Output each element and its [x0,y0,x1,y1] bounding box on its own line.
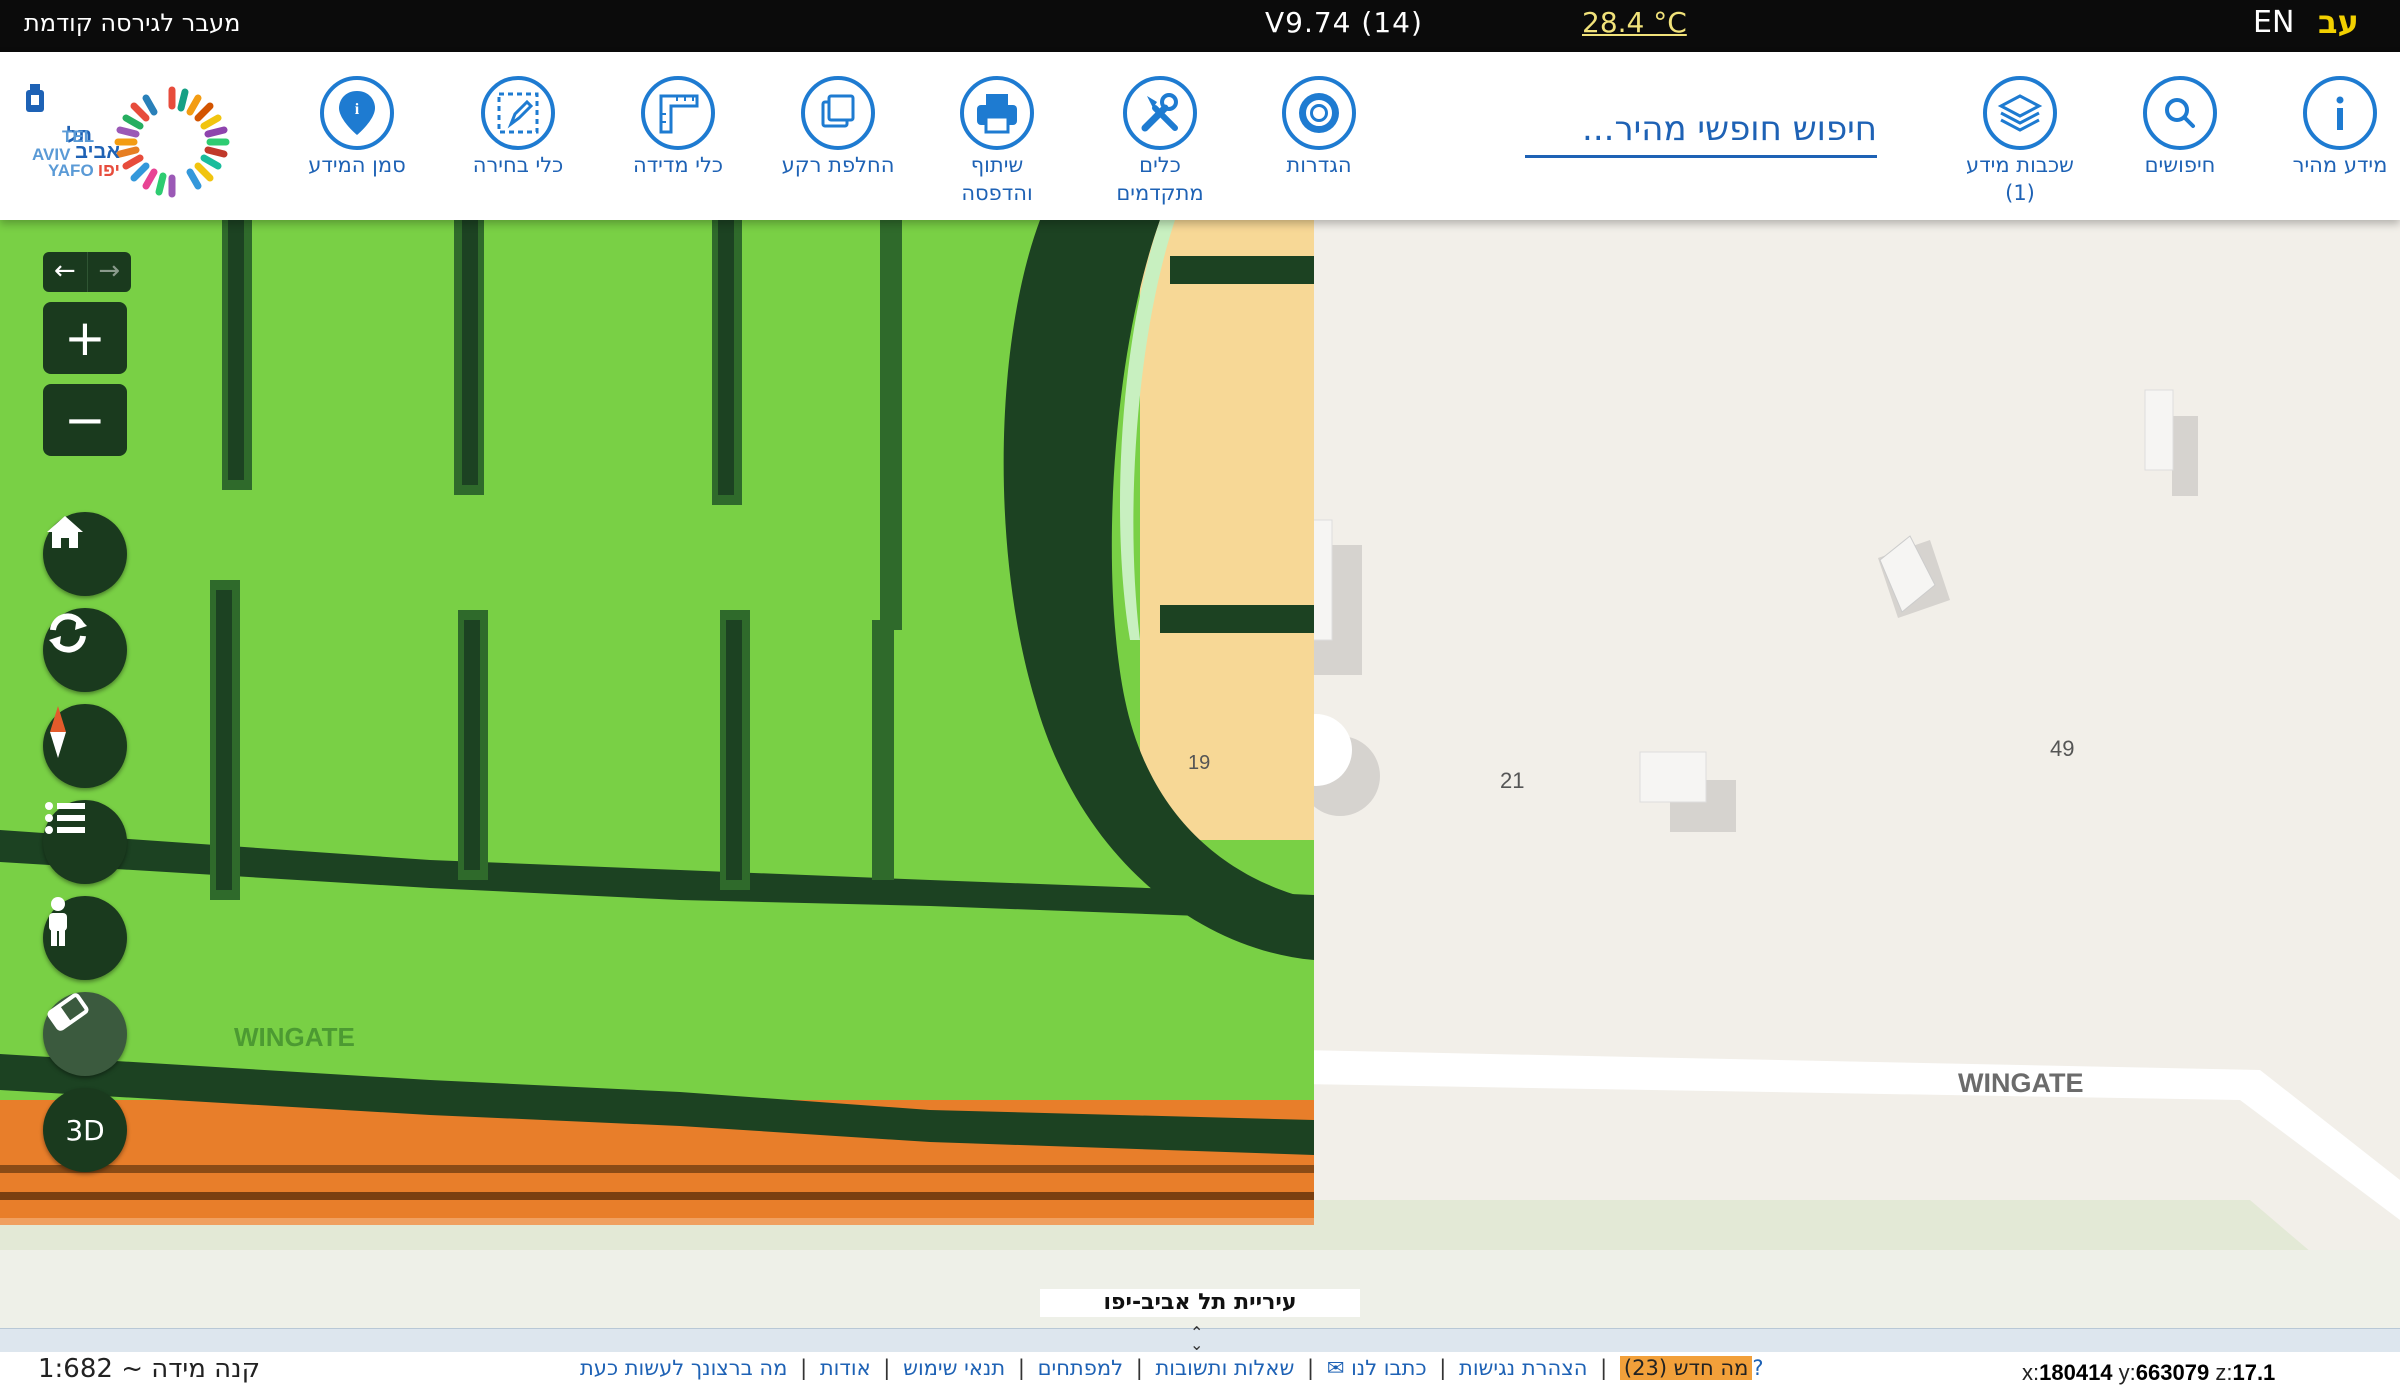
printer-icon [960,76,1034,150]
search-icon [2143,76,2217,150]
tool-advanced[interactable]: כלים מתקדמים [1085,76,1235,206]
logo-text-en-1: TEL [62,127,94,146]
logo-text-he-3: יפו [98,160,120,180]
parcel-number: 19 [1188,752,1211,774]
tool-switch-basemap[interactable]: החלפת רקע [763,76,913,178]
coord-y: 663079 [2135,1360,2210,1385]
tel-aviv-logo[interactable]: תל אביב יפו TEL AVIV YAFO [20,70,250,200]
faq-link[interactable]: שאלות ותשובות [1156,1356,1295,1380]
version-label: V9.74 (14) [1265,6,1423,39]
language-en-button[interactable]: EN [2253,5,2294,40]
street-view-button[interactable] [43,896,127,980]
gear-icon [1282,76,1356,150]
tool-label: כלי מדידה [632,153,724,177]
svg-text:i: i [355,101,360,118]
map-canvas[interactable]: WINGATE WINGATE 19 21 49 ← → + − 3D [0,220,2400,1328]
refresh-button[interactable] [43,608,127,692]
tool-info-marker[interactable]: i סמן המידע [282,76,432,178]
accessibility-link[interactable]: הצהרת נגישות [1459,1356,1587,1380]
tool-sublabel: מתקדמים [1116,181,1204,205]
compass-button[interactable] [43,704,127,788]
parcel-number: 21 [1500,768,1525,793]
logo-text-en-3: YAFO [48,161,94,180]
previous-version-link[interactable]: מעבר לגירסה קודמת [24,9,240,37]
footer: קנה מידה ~ 1:682 מה חדש (23) | הצהרת נגי… [0,1352,2400,1392]
history-navigation: ← → [43,252,131,292]
developers-link[interactable]: למפתחים [1038,1356,1123,1380]
tool-label: מידע מהיר [2292,153,2388,177]
zoom-out-button[interactable]: − [43,384,127,456]
expand-collapse-icon[interactable]: ⌃ ⌄ [1190,1325,1203,1353]
temperature-link[interactable]: 28.4 °C [1582,6,1687,39]
select-icon [481,76,555,150]
quick-search-input[interactable] [1525,102,1877,155]
tool-label: החלפת רקע [781,153,895,177]
tool-label: שכבות מידע [1966,153,2074,177]
parcel-number: 49 [2050,736,2075,761]
toolbar: תל אביב יפו TEL AVIV YAFO i סמן המידע כל… [0,52,2400,220]
city-emblem-icon [26,84,44,112]
street-label: WINGATE [1958,1068,2084,1098]
compass-icon [50,706,66,758]
top-bar: מעבר לגירסה קודמת V9.74 (14) 28.4 °C EN … [0,0,2400,52]
home-icon [47,516,83,548]
forward-button[interactable]: → [86,252,132,292]
contact-link[interactable]: כתבו לנו ✉ [1327,1356,1427,1380]
tool-label: שיתוף [970,153,1024,177]
zoom-in-button[interactable]: + [43,302,127,374]
home-button[interactable] [43,512,127,596]
eraser-button[interactable] [43,992,127,1076]
legend-button[interactable] [43,800,127,884]
tool-label: סמן המידע [308,153,406,177]
tool-label: הגדרות [1286,153,1352,177]
tools-icon [1123,76,1197,150]
layers-icon [1983,76,2057,150]
tool-label: כלי בחירה [472,153,564,177]
ruler-icon [641,76,715,150]
tool-label: כלים [1139,153,1181,177]
map-scale: קנה מידה ~ 1:682 [38,1354,261,1384]
tool-label: חיפושים [2144,153,2216,177]
tool-share-print[interactable]: שיתוף והדפסה [922,76,1072,206]
marker-icon: i [320,76,394,150]
tool-searches[interactable]: חיפושים [2105,76,2255,178]
city-label: עיריית תל אביב-יפו [1040,1289,1360,1317]
tool-info-layers[interactable]: שכבות מידע (1) [1945,76,2095,206]
street-label: WINGATE [234,1022,355,1052]
list-icon [45,802,85,834]
basemap-icon [801,76,875,150]
coord-x: 180414 [2039,1360,2113,1385]
info-icon [2303,76,2377,150]
coord-z: 17.1 [2232,1360,2276,1385]
about-link[interactable]: אודות [820,1356,871,1380]
sunburst-icon [114,86,230,198]
eraser-icon [47,993,89,1031]
refresh-icon [49,613,87,653]
green-sports-area [0,220,1314,1225]
tool-sublabel: (1) [2005,181,2035,205]
whats-new-link[interactable]: מה חדש (23) [1619,1356,1753,1380]
terms-link[interactable]: תנאי שימוש [903,1356,1005,1380]
back-button[interactable]: ← [43,252,87,292]
tool-sublabel: והדפסה [961,181,1033,205]
coordinates-readout: x:180414 y:663079 z:17.1 [2022,1360,2276,1385]
quick-search-field[interactable] [1525,102,1877,158]
language-he-button[interactable]: עב [2318,3,2359,41]
tool-selection[interactable]: כלי בחירה [443,76,593,178]
tool-quick-info[interactable]: מידע מהיר [2265,76,2400,178]
tool-settings[interactable]: הגדרות [1244,76,1394,178]
tool-measure[interactable]: כלי מדידה [603,76,753,178]
panel-divider[interactable]: ⌃ ⌄ [0,1325,2400,1353]
person-icon [49,897,67,946]
footer-links: מה חדש (23) | הצהרת נגישות | כתבו לנו ✉ … [580,1356,1764,1380]
3d-button[interactable]: 3D [43,1088,127,1172]
